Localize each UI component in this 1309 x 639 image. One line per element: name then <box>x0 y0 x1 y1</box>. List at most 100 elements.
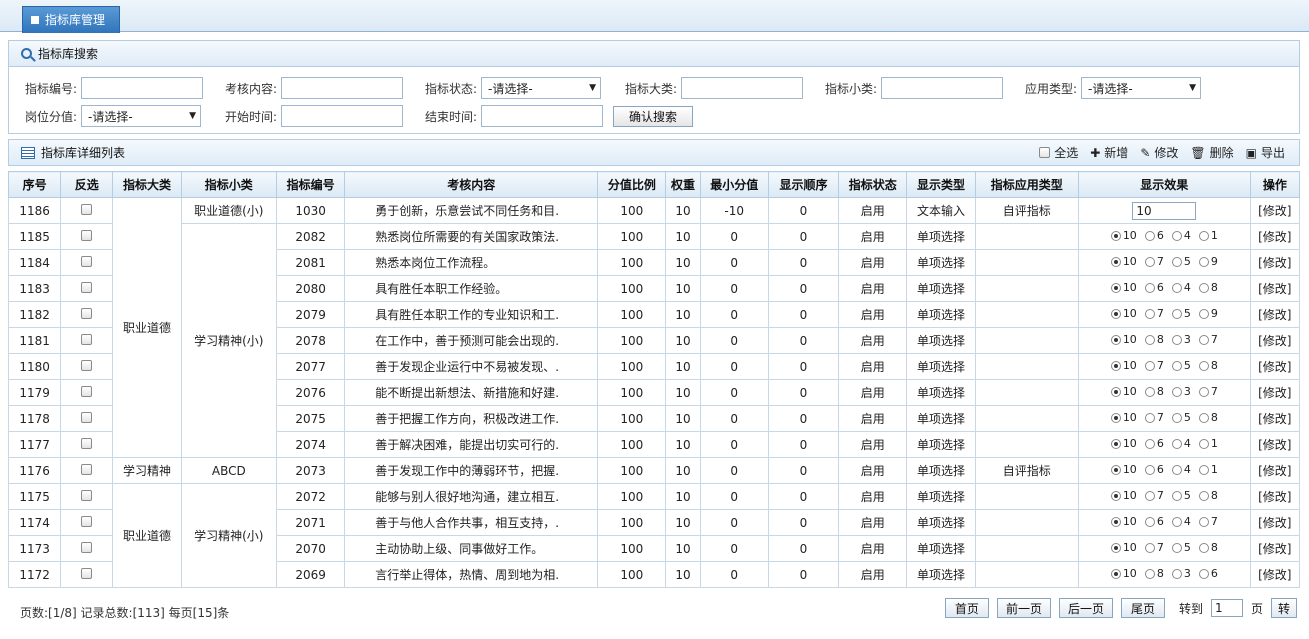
row-checkbox[interactable] <box>81 203 93 215</box>
effect-radio[interactable]: 6 <box>1144 281 1164 294</box>
effect-radio[interactable]: 7 <box>1144 359 1164 372</box>
effect-radio[interactable]: 8 <box>1198 359 1218 372</box>
go-button[interactable]: 转 <box>1271 598 1297 618</box>
row-checkbox[interactable] <box>81 229 93 241</box>
goto-page-input[interactable]: 1 <box>1210 599 1243 617</box>
edit-row-link[interactable]: [修改] <box>1249 483 1301 510</box>
effect-radio[interactable]: 5 <box>1171 489 1191 502</box>
minor-input[interactable] <box>881 77 1004 99</box>
effect-radio[interactable]: 10 <box>1110 463 1137 476</box>
row-checkbox[interactable] <box>81 307 93 319</box>
edit-row-link[interactable]: [修改] <box>1249 197 1301 224</box>
effect-text-input[interactable]: 10 <box>1132 201 1197 220</box>
effect-radio[interactable]: 10 <box>1110 281 1137 294</box>
effect-radio[interactable]: 3 <box>1171 567 1191 580</box>
last-page-button[interactable]: 尾页 <box>1120 598 1165 618</box>
code-input[interactable] <box>81 77 204 99</box>
tab-indicator-library[interactable]: 指标库管理 <box>22 6 120 33</box>
effect-radio[interactable]: 10 <box>1110 567 1137 580</box>
effect-radio[interactable]: 10 <box>1110 515 1137 528</box>
effect-radio[interactable]: 5 <box>1171 411 1191 424</box>
effect-radio[interactable]: 7 <box>1198 515 1218 528</box>
effect-radio[interactable]: 7 <box>1144 541 1164 554</box>
effect-radio[interactable]: 5 <box>1171 359 1191 372</box>
row-checkbox[interactable] <box>81 333 93 345</box>
edit-row-link[interactable]: [修改] <box>1249 509 1301 536</box>
effect-radio[interactable]: 8 <box>1198 541 1218 554</box>
effect-radio[interactable]: 8 <box>1144 385 1164 398</box>
effect-radio[interactable]: 7 <box>1198 385 1218 398</box>
row-checkbox[interactable] <box>81 255 93 267</box>
effect-radio[interactable]: 10 <box>1110 229 1137 242</box>
effect-radio[interactable]: 7 <box>1144 255 1164 268</box>
edit-row-link[interactable]: [修改] <box>1249 223 1301 250</box>
first-page-button[interactable]: 首页 <box>944 598 989 618</box>
row-checkbox[interactable] <box>81 489 93 501</box>
effect-radio[interactable]: 7 <box>1198 333 1218 346</box>
effect-radio[interactable]: 10 <box>1110 307 1137 320</box>
edit-row-link[interactable]: [修改] <box>1249 327 1301 354</box>
edit-button[interactable]: ✎ 修改 <box>1140 144 1178 161</box>
edit-row-link[interactable]: [修改] <box>1249 535 1301 562</box>
row-checkbox[interactable] <box>81 385 93 397</box>
edit-row-link[interactable]: [修改] <box>1249 561 1301 588</box>
effect-radio[interactable]: 4 <box>1171 437 1191 450</box>
effect-radio[interactable]: 10 <box>1110 385 1137 398</box>
effect-radio[interactable]: 10 <box>1110 437 1137 450</box>
effect-radio[interactable]: 4 <box>1171 281 1191 294</box>
effect-radio[interactable]: 1 <box>1198 229 1218 242</box>
effect-radio[interactable]: 1 <box>1198 463 1218 476</box>
effect-radio[interactable]: 7 <box>1144 411 1164 424</box>
effect-radio[interactable]: 4 <box>1171 463 1191 476</box>
effect-radio[interactable]: 10 <box>1110 489 1137 502</box>
next-page-button[interactable]: 后一页 <box>1058 598 1113 618</box>
effect-radio[interactable]: 5 <box>1171 307 1191 320</box>
effect-radio[interactable]: 7 <box>1144 489 1164 502</box>
row-checkbox[interactable] <box>81 463 93 475</box>
effect-radio[interactable]: 8 <box>1144 333 1164 346</box>
delete-button[interactable]: 🗑 删除 <box>1190 144 1233 161</box>
edit-row-link[interactable]: [修改] <box>1249 275 1301 302</box>
edit-row-link[interactable]: [修改] <box>1249 457 1301 484</box>
effect-radio[interactable]: 10 <box>1110 541 1137 554</box>
effect-radio[interactable]: 6 <box>1144 437 1164 450</box>
row-checkbox[interactable] <box>81 411 93 423</box>
add-button[interactable]: ✚ 新增 <box>1090 144 1128 161</box>
effect-radio[interactable]: 6 <box>1198 567 1218 580</box>
row-checkbox[interactable] <box>81 437 93 449</box>
effect-radio[interactable]: 10 <box>1110 255 1137 268</box>
effect-radio[interactable]: 4 <box>1171 229 1191 242</box>
effect-radio[interactable]: 1 <box>1198 437 1218 450</box>
edit-row-link[interactable]: [修改] <box>1249 249 1301 276</box>
row-checkbox[interactable] <box>81 281 93 293</box>
effect-radio[interactable]: 8 <box>1198 281 1218 294</box>
effect-radio[interactable]: 8 <box>1198 489 1218 502</box>
row-checkbox[interactable] <box>81 515 93 527</box>
effect-radio[interactable]: 9 <box>1198 307 1218 320</box>
effect-radio[interactable]: 9 <box>1198 255 1218 268</box>
effect-radio[interactable]: 10 <box>1110 333 1137 346</box>
effect-radio[interactable]: 10 <box>1110 411 1137 424</box>
row-checkbox[interactable] <box>81 359 93 371</box>
post-select[interactable]: -请选择- ▼ <box>81 105 202 127</box>
content-input[interactable] <box>281 77 404 99</box>
effect-radio[interactable]: 8 <box>1198 411 1218 424</box>
edit-row-link[interactable]: [修改] <box>1249 431 1301 458</box>
confirm-search-button[interactable]: 确认搜索 <box>613 106 693 127</box>
edit-row-link[interactable]: [修改] <box>1249 379 1301 406</box>
effect-radio[interactable]: 3 <box>1171 385 1191 398</box>
edit-row-link[interactable]: [修改] <box>1249 301 1301 328</box>
row-checkbox[interactable] <box>81 567 93 579</box>
edit-row-link[interactable]: [修改] <box>1249 405 1301 432</box>
status-select[interactable]: -请选择- ▼ <box>481 77 602 99</box>
effect-radio[interactable]: 8 <box>1144 567 1164 580</box>
effect-radio[interactable]: 3 <box>1171 333 1191 346</box>
apptype-select[interactable]: -请选择- ▼ <box>1081 77 1202 99</box>
effect-radio[interactable]: 7 <box>1144 307 1164 320</box>
end-time-input[interactable] <box>481 105 604 127</box>
effect-radio[interactable]: 5 <box>1171 541 1191 554</box>
effect-radio[interactable]: 10 <box>1110 359 1137 372</box>
select-all-tool[interactable]: 全选 <box>1039 144 1078 161</box>
effect-radio[interactable]: 6 <box>1144 463 1164 476</box>
row-checkbox[interactable] <box>81 541 93 553</box>
